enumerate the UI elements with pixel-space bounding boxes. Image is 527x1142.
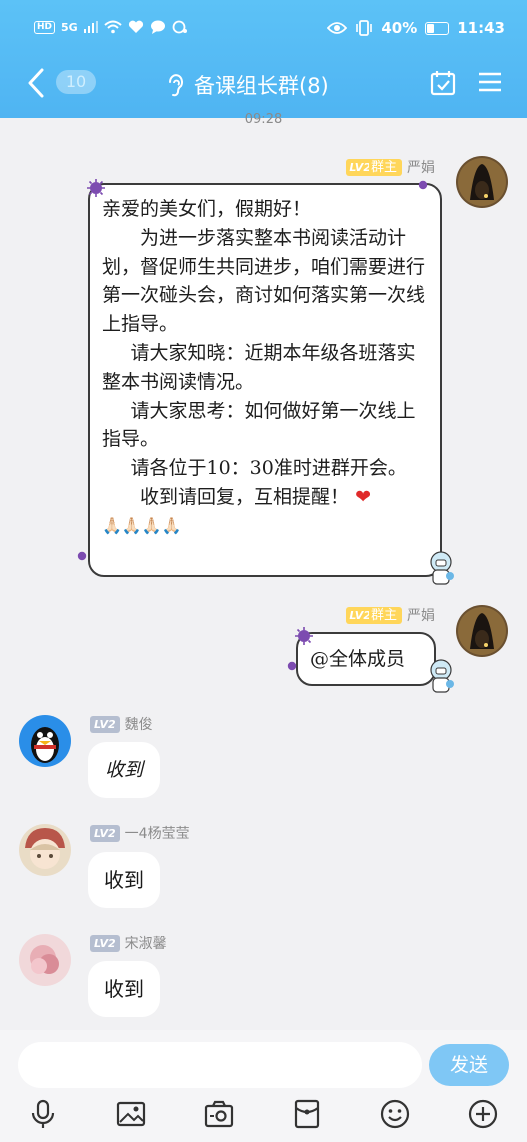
owner-badge: 群主 (368, 158, 402, 176)
clock: 11:43 (457, 19, 505, 37)
camera-icon[interactable] (203, 1098, 235, 1130)
avatar[interactable] (19, 715, 71, 767)
message-line: 为进一步落实整本书阅读活动计划，督促师生共同进步，咱们需要进行第一次碰头会，商讨… (102, 226, 426, 336)
sender-meta: LV2 一4杨莹莹 (90, 823, 190, 843)
status-left: HD 5G (34, 20, 188, 34)
doctor-sticker-icon (430, 659, 454, 693)
penguin-avatar-icon (456, 605, 508, 657)
virus-decoration-icon (77, 551, 87, 561)
back-icon[interactable] (24, 66, 50, 100)
battery-icon (425, 21, 450, 35)
sender-meta: LV2 宋淑馨 (90, 933, 167, 953)
input-area: 发送 (0, 1030, 527, 1142)
avatar[interactable] (19, 934, 71, 986)
sender-name: 一4杨莹莹 (124, 826, 190, 842)
message-input[interactable] (18, 1042, 422, 1088)
red-packet-icon[interactable] (291, 1098, 323, 1130)
sender-meta: LV2群主 严娟 (346, 157, 435, 177)
battery-text: 40% (381, 19, 418, 37)
top-bar: HD 5G 40% 11:43 10 备课组长群(8) (0, 0, 527, 118)
flower-avatar-icon (19, 934, 71, 986)
message-bubble[interactable]: 收到 (88, 961, 160, 1017)
anime-girl-avatar-icon (19, 824, 71, 876)
avatar[interactable] (456, 605, 508, 657)
level-badge: LV2 (90, 934, 120, 952)
chat-title: 备课组长群(8) (194, 74, 329, 98)
send-button[interactable]: 发送 (429, 1044, 509, 1086)
virus-decoration-icon (287, 661, 297, 671)
unread-count-badge[interactable]: 10 (56, 70, 96, 94)
signal-icon (83, 21, 98, 33)
calendar-icon[interactable] (430, 70, 456, 96)
sender-name: 魏俊 (124, 717, 153, 733)
sender-meta: LV2 魏俊 (90, 714, 153, 734)
sender-name: 宋淑馨 (124, 936, 167, 952)
doctor-sticker-icon (430, 551, 454, 585)
eye-icon (327, 22, 348, 34)
sender-name: 严娟 (407, 608, 435, 624)
message-line: 请各位于10：30准时进群开会。 (130, 457, 407, 480)
heart-emoji-icon: ❤ (355, 485, 371, 508)
message-line: 收到请回复，互相提醒！ ❤ (140, 485, 371, 508)
emoji-icon[interactable] (379, 1098, 411, 1130)
menu-icon[interactable] (478, 70, 502, 94)
message-bubble[interactable]: 亲爱的美女们，假期好！ 为进一步落实整本书阅读活动计划，督促师生共同进步，咱们需… (88, 183, 442, 577)
owner-badge: 群主 (368, 606, 402, 624)
mic-icon[interactable] (27, 1098, 59, 1130)
message-line: 请大家思考：如何做好第一次线上指导。 (102, 399, 416, 451)
virus-decoration-icon (295, 627, 313, 645)
status-right: 40% 11:43 (327, 19, 505, 37)
avatar[interactable] (19, 824, 71, 876)
message-bubble[interactable]: 收到 (88, 742, 160, 798)
plus-icon[interactable] (467, 1098, 499, 1130)
qq-penguin-avatar-icon (19, 715, 71, 767)
image-icon[interactable] (115, 1098, 147, 1130)
penguin-avatar-icon (456, 156, 508, 208)
heart-status-icon (128, 20, 143, 33)
chat-status-icon (172, 20, 187, 34)
level-badge: LV2 (90, 824, 120, 842)
message-timestamp: 09:28 (244, 112, 283, 127)
message-bubble[interactable]: @全体成员 (296, 632, 436, 686)
status-bar: HD 5G 40% 11:43 (0, 0, 527, 58)
message-line: 🙏🏻🙏🏻🙏🏻🙏🏻 (102, 515, 182, 535)
message-line: 请大家知晓：近期本年级各班落实整本书阅读情况。 (102, 341, 416, 393)
nav-bar: 10 备课组长群(8) (0, 58, 527, 110)
title-wrap[interactable]: 备课组长群(8) (166, 70, 329, 100)
sender-meta: LV2群主 严娟 (346, 605, 435, 625)
virus-decoration-icon (418, 180, 428, 190)
message-status-icon (150, 20, 165, 34)
wifi-icon (104, 20, 122, 34)
message-line: 亲爱的美女们，假期好！ (102, 198, 312, 220)
ear-icon (169, 74, 183, 97)
hd-icon: HD (34, 20, 56, 34)
signal-text: 5G (61, 20, 78, 34)
avatar[interactable] (456, 156, 508, 208)
vibrate-icon (356, 20, 373, 36)
virus-decoration-icon (87, 179, 105, 197)
sender-name: 严娟 (407, 160, 435, 176)
message-bubble[interactable]: 收到 (88, 852, 160, 908)
level-badge: LV2 (90, 715, 120, 733)
